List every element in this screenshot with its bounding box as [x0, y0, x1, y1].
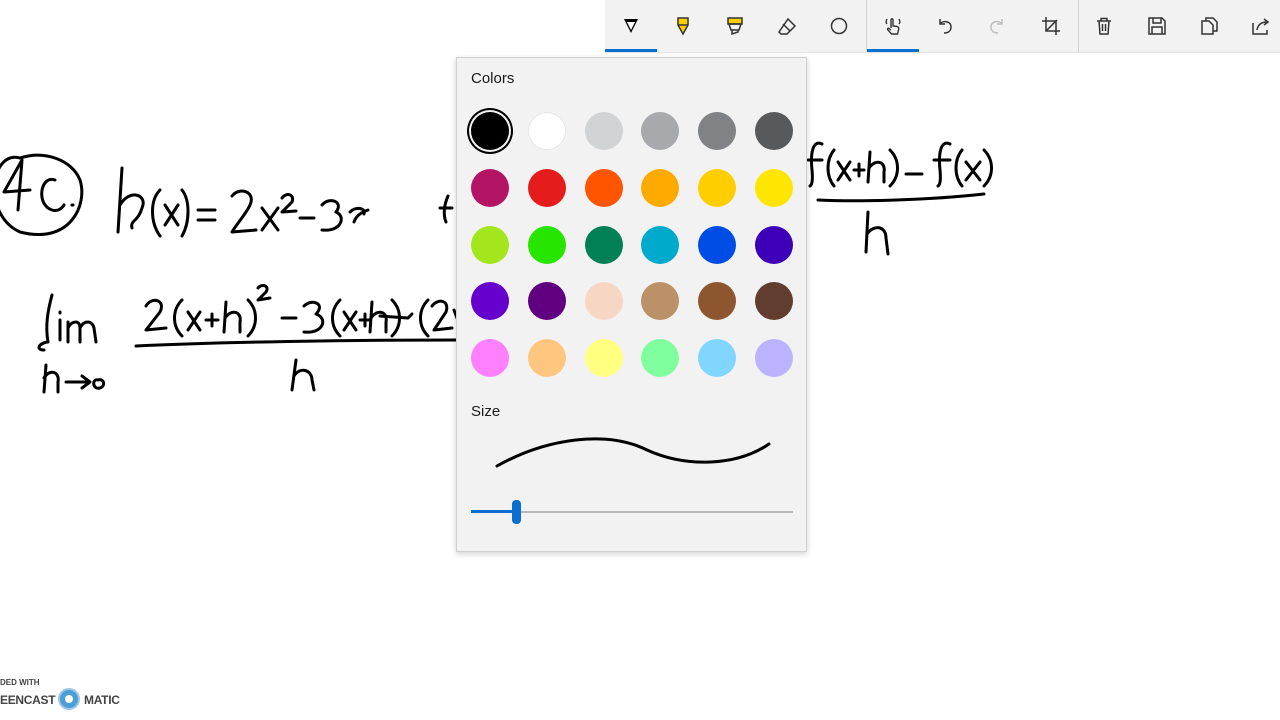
delete-button[interactable] [1078, 0, 1130, 52]
crop-icon [1042, 17, 1060, 35]
color-swatch[interactable] [471, 339, 509, 378]
color-swatch[interactable] [584, 112, 623, 150]
color-swatch[interactable] [471, 225, 509, 264]
save-icon [1148, 17, 1166, 35]
color-swatch[interactable] [755, 339, 793, 378]
color-swatch[interactable] [698, 339, 737, 378]
color-swatch[interactable] [698, 225, 737, 264]
screencast-watermark: DED WITH EENCAST MATIC [0, 674, 140, 720]
touch-writing-icon [885, 18, 901, 35]
color-swatch[interactable] [471, 282, 509, 321]
size-slider-fill [471, 510, 517, 513]
color-swatch[interactable] [641, 168, 680, 207]
size-heading: Size [471, 403, 501, 420]
watermark-logo-icon [58, 688, 80, 710]
color-swatch[interactable] [755, 112, 793, 150]
size-slider-thumb[interactable] [512, 500, 522, 524]
save-button[interactable] [1131, 0, 1183, 52]
highlighter-icon [727, 17, 743, 36]
ballpoint-pen-icon [624, 19, 638, 33]
color-swatch[interactable] [527, 168, 566, 207]
color-swatch[interactable] [698, 282, 737, 321]
watermark-recorded-with: DED WITH [0, 678, 40, 687]
color-swatch[interactable] [641, 339, 680, 378]
ink-difference-quotient [806, 141, 993, 256]
color-swatch[interactable] [755, 225, 793, 264]
ballpoint-pen-tool[interactable] [605, 0, 657, 52]
color-swatch[interactable] [584, 168, 623, 207]
color-swatch[interactable] [471, 112, 509, 150]
pen-options-flyout: Colors Size [456, 57, 807, 552]
color-swatch[interactable] [698, 112, 737, 150]
color-swatch[interactable] [755, 168, 793, 207]
eraser-icon [778, 17, 797, 35]
ink-difference-quotient-expanded [134, 283, 462, 392]
color-swatch[interactable] [527, 339, 566, 378]
watermark-text-right: MATIC [84, 693, 120, 707]
color-swatch[interactable] [641, 282, 680, 321]
copy-icon [1201, 17, 1218, 35]
color-swatch[interactable] [584, 282, 623, 321]
color-swatch[interactable] [584, 339, 623, 378]
copy-button[interactable] [1183, 0, 1235, 52]
trash-icon [1097, 17, 1111, 35]
pencil-icon [677, 17, 689, 36]
color-swatch[interactable] [527, 282, 566, 321]
color-swatch[interactable] [527, 112, 566, 150]
undo-button[interactable] [919, 0, 971, 52]
ruler-tool[interactable] [813, 0, 865, 52]
toolbar [605, 0, 1280, 53]
color-swatch[interactable] [755, 282, 793, 321]
eraser-tool[interactable] [761, 0, 813, 52]
watermark-text-left: EENCAST [0, 693, 56, 707]
crop-button[interactable] [1025, 0, 1077, 52]
redo-icon [990, 19, 1003, 34]
ink-function-definition [116, 166, 454, 238]
ruler-icon [830, 17, 848, 35]
share-button[interactable] [1235, 0, 1280, 52]
color-swatch[interactable] [584, 225, 623, 264]
stroke-size-preview [495, 437, 771, 468]
color-swatch[interactable] [471, 168, 509, 207]
ink-limit [37, 293, 106, 394]
ink-problem-number [0, 153, 84, 236]
undo-icon [939, 19, 952, 34]
color-swatch[interactable] [698, 168, 737, 207]
highlighter-tool[interactable] [709, 0, 761, 52]
colors-heading: Colors [471, 70, 515, 87]
color-swatch[interactable] [527, 225, 566, 264]
redo-button[interactable] [971, 0, 1023, 52]
share-icon [1252, 18, 1270, 35]
color-swatch[interactable] [641, 112, 680, 150]
pencil-tool[interactable] [657, 0, 709, 52]
color-swatch[interactable] [641, 225, 680, 264]
touch-writing-toggle[interactable] [867, 0, 919, 52]
